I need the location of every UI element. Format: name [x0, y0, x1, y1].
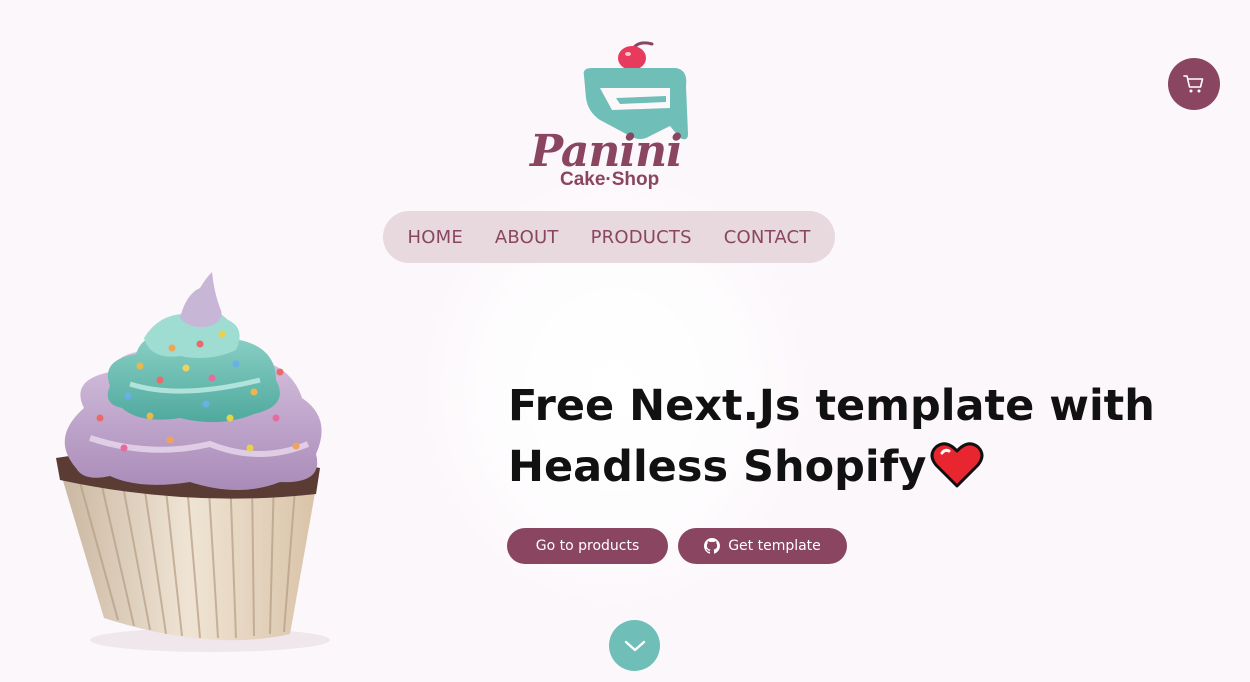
brand-tagline: Cake·Shop [560, 169, 660, 190]
get-template-label: Get template [728, 538, 821, 554]
go-to-products-label: Go to products [535, 538, 640, 554]
nav-item-home[interactable]: HOME [407, 227, 462, 248]
nav-item-contact[interactable]: CONTACT [724, 227, 811, 248]
heart-icon [930, 442, 984, 488]
get-template-button[interactable]: Get template [678, 528, 847, 564]
brand-logo[interactable]: Panini Cake·Shop [520, 38, 700, 194]
main-nav: HOME ABOUT PRODUCTS CONTACT [383, 211, 835, 263]
github-icon [704, 538, 721, 554]
hero-title-line2: Headless Shopify [508, 442, 927, 492]
cart-button[interactable] [1168, 58, 1220, 110]
go-to-products-button[interactable]: Go to products [507, 528, 668, 564]
landing-page: Panini Cake·Shop HOME ABOUT PRODUCTS CON… [0, 0, 1250, 682]
scroll-down-button[interactable] [609, 620, 660, 671]
chevron-down-icon [624, 640, 645, 651]
cupcake-image [40, 268, 360, 658]
cart-icon [1183, 75, 1204, 93]
hero-title-line1: Free Next.Js template with [508, 381, 1155, 431]
brand-name: Panini [530, 126, 683, 177]
nav-item-about[interactable]: ABOUT [495, 227, 559, 248]
nav-item-products[interactable]: PRODUCTS [591, 227, 692, 248]
hero-title: Free Next.Js template with Headless Shop… [508, 376, 1168, 498]
